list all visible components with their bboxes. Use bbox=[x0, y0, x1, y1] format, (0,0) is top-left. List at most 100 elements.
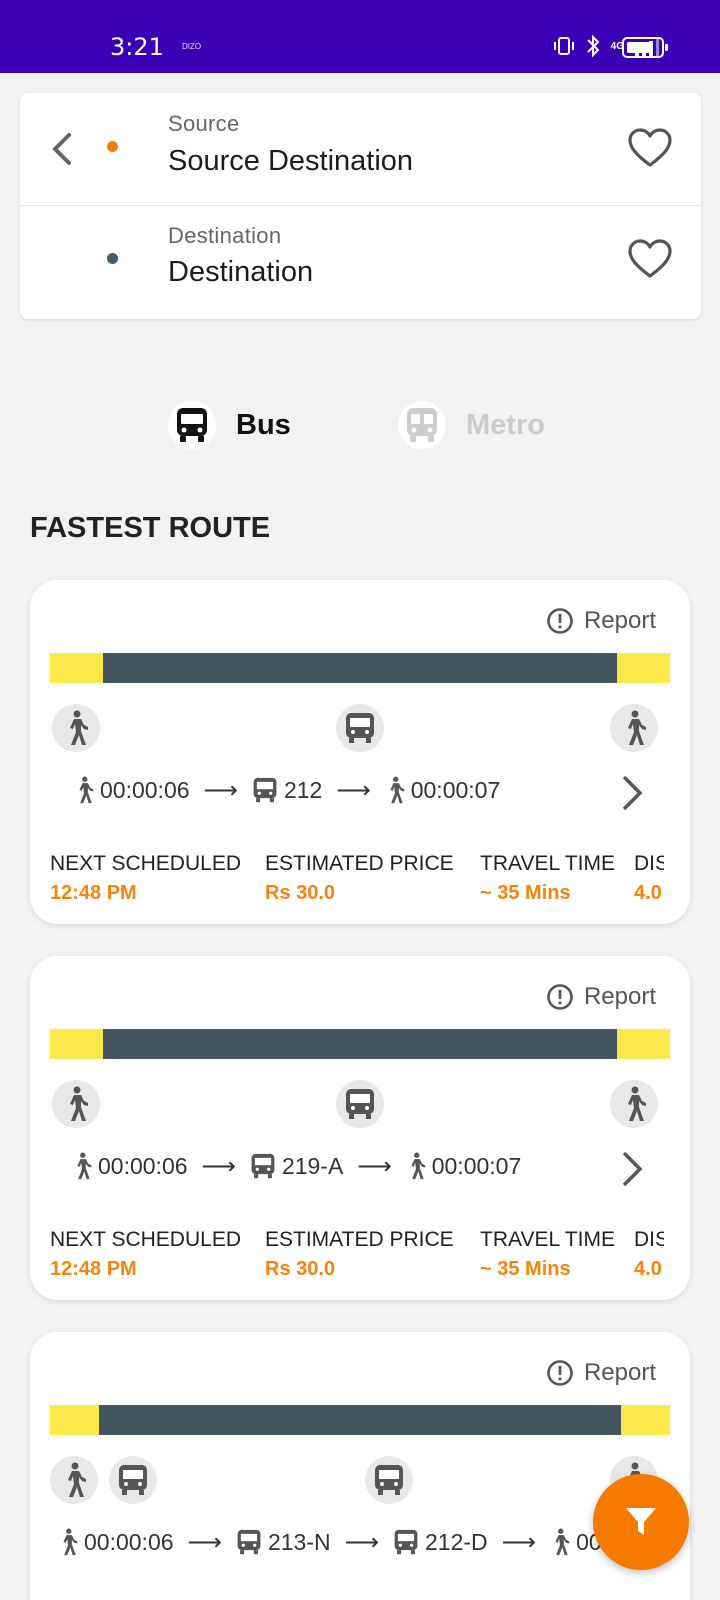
arrow-right-icon: ⟶ bbox=[336, 776, 371, 804]
route-steps: 00:00:06 ⟶ 212 ⟶ 00:00:07 bbox=[74, 770, 500, 810]
tab-metro[interactable]: Metro bbox=[398, 400, 545, 450]
walk-icon bbox=[610, 1080, 658, 1128]
location-card: Source Source Destination Destination De… bbox=[20, 93, 701, 319]
bus-icon bbox=[109, 1456, 157, 1504]
walk-segment bbox=[617, 1029, 670, 1059]
bus-icon bbox=[394, 1529, 418, 1555]
fastest-route-heading: FASTEST ROUTE bbox=[30, 512, 271, 544]
chevron-right-icon[interactable] bbox=[618, 773, 648, 813]
travel-time-label: TRAVEL TIME bbox=[480, 852, 615, 875]
tab-bus-label: Bus bbox=[236, 408, 291, 441]
source-row[interactable]: Source Source Destination bbox=[20, 93, 701, 206]
status-bar: 3:21 DIZO 4G bbox=[0, 0, 720, 73]
route-card[interactable]: Report 00:00:06 ⟶ 213-N ⟶ 212-D ⟶ 0 bbox=[30, 1332, 690, 1600]
report-label: Report bbox=[583, 983, 656, 1010]
walk-segment bbox=[50, 1029, 103, 1059]
destination-row[interactable]: Destination Destination bbox=[20, 206, 701, 319]
arrow-right-icon: ⟶ bbox=[203, 776, 238, 804]
source-dot bbox=[107, 141, 118, 152]
walk-icon bbox=[50, 1456, 98, 1504]
step-text: 00:00:06 bbox=[84, 1528, 174, 1555]
favorite-destination-heart-icon[interactable] bbox=[627, 238, 673, 280]
destination-dot bbox=[107, 253, 118, 264]
route-card[interactable]: Report 00:00:06 ⟶ 219-A ⟶ 00:00:07 NEXT … bbox=[30, 956, 690, 1300]
vibrate-icon bbox=[553, 37, 574, 55]
arrow-right-icon: ⟶ bbox=[201, 1152, 236, 1180]
route-steps: 00:00:06 ⟶ 213-N ⟶ 212-D ⟶ 00:0 bbox=[58, 1522, 621, 1562]
chevron-right-icon[interactable] bbox=[618, 1149, 648, 1189]
step-text: 219-A bbox=[281, 1152, 344, 1179]
alert-circle-icon bbox=[547, 1360, 573, 1386]
arrow-right-icon: ⟶ bbox=[501, 1528, 537, 1556]
walk-segment bbox=[50, 1405, 99, 1435]
filter-icon bbox=[626, 1508, 656, 1535]
distance-column: DIS 4.0 bbox=[634, 1226, 664, 1286]
source-value[interactable]: Source Destination bbox=[168, 145, 413, 178]
favorite-source-heart-icon[interactable] bbox=[627, 127, 673, 169]
alert-circle-icon bbox=[547, 608, 573, 634]
step: 213-N bbox=[236, 1527, 331, 1557]
bus-icon bbox=[336, 1080, 384, 1128]
distance-label: DIS bbox=[634, 1228, 664, 1251]
step: 00:00:07 bbox=[406, 1149, 522, 1183]
source-label: Source bbox=[168, 111, 240, 136]
walk-icon bbox=[52, 704, 100, 752]
arrow-right-icon: ⟶ bbox=[357, 1152, 392, 1180]
arrow-right-icon: ⟶ bbox=[344, 1528, 379, 1556]
walk-icon bbox=[555, 1528, 570, 1556]
bus-icon bbox=[251, 1153, 275, 1179]
back-arrow-icon[interactable] bbox=[40, 127, 84, 171]
bus-icon bbox=[168, 401, 216, 449]
battery-icon bbox=[622, 37, 668, 58]
step-text: 00:00:07 bbox=[431, 1152, 522, 1179]
next-scheduled-value: 12:48 PM bbox=[50, 882, 137, 904]
estimated-price-value: Rs 30.0 bbox=[265, 1258, 336, 1280]
report-button[interactable]: Report bbox=[546, 607, 656, 635]
bus-icon bbox=[237, 1529, 261, 1555]
walk-icon bbox=[77, 1152, 92, 1180]
estimated-price-label: ESTIMATED PRICE bbox=[265, 852, 454, 875]
walk-icon bbox=[52, 1080, 100, 1128]
walk-segment bbox=[617, 653, 670, 683]
step: 212-D bbox=[393, 1527, 488, 1557]
step: 00:00:06 bbox=[72, 1149, 188, 1183]
next-scheduled-value: 12:48 PM bbox=[50, 1258, 137, 1280]
bluetooth-icon bbox=[586, 34, 600, 58]
report-button[interactable]: Report bbox=[546, 983, 656, 1011]
step-text: 00:00:06 bbox=[100, 776, 190, 803]
route-steps: 00:00:06 ⟶ 219-A ⟶ 00:00:07 bbox=[72, 1146, 521, 1186]
step: 212 bbox=[252, 775, 322, 805]
report-button[interactable]: Report bbox=[546, 1359, 656, 1387]
route-progress-bar bbox=[50, 1029, 670, 1059]
step-text: 00:00:07 bbox=[410, 776, 501, 803]
filter-button[interactable] bbox=[593, 1474, 689, 1570]
bus-icon bbox=[336, 704, 384, 752]
destination-label: Destination bbox=[168, 223, 282, 248]
bus-icon bbox=[253, 777, 277, 803]
walk-icon bbox=[610, 704, 658, 752]
step: 00:00:06 bbox=[74, 773, 190, 807]
walk-segment bbox=[50, 653, 103, 683]
distance-value: 4.0 bbox=[634, 882, 662, 904]
tab-metro-label: Metro bbox=[466, 408, 545, 441]
alert-circle-icon bbox=[547, 984, 573, 1010]
distance-value: 4.0 bbox=[634, 1258, 662, 1280]
destination-value[interactable]: Destination bbox=[168, 256, 313, 289]
tab-bus[interactable]: Bus bbox=[168, 400, 291, 450]
arrow-right-icon: ⟶ bbox=[187, 1528, 222, 1556]
estimated-price-label: ESTIMATED PRICE bbox=[265, 1228, 454, 1251]
bus-icon bbox=[365, 1456, 413, 1504]
walk-segment bbox=[621, 1405, 670, 1435]
step: 00:00:07 bbox=[385, 773, 501, 807]
estimated-price-value: Rs 30.0 bbox=[265, 882, 336, 904]
step-text: 213-N bbox=[267, 1528, 331, 1555]
status-brand: DIZO bbox=[182, 42, 202, 51]
walk-icon bbox=[390, 776, 404, 804]
route-progress-bar bbox=[50, 1405, 670, 1435]
route-card[interactable]: Report 00:00:06 ⟶ 212 ⟶ 00:00:07 NEXT SC… bbox=[30, 580, 690, 924]
walk-icon bbox=[63, 1528, 78, 1556]
step-text: 212-D bbox=[425, 1528, 488, 1555]
walk-icon bbox=[79, 776, 94, 804]
route-progress-bar bbox=[50, 653, 670, 683]
walk-icon bbox=[411, 1152, 425, 1180]
